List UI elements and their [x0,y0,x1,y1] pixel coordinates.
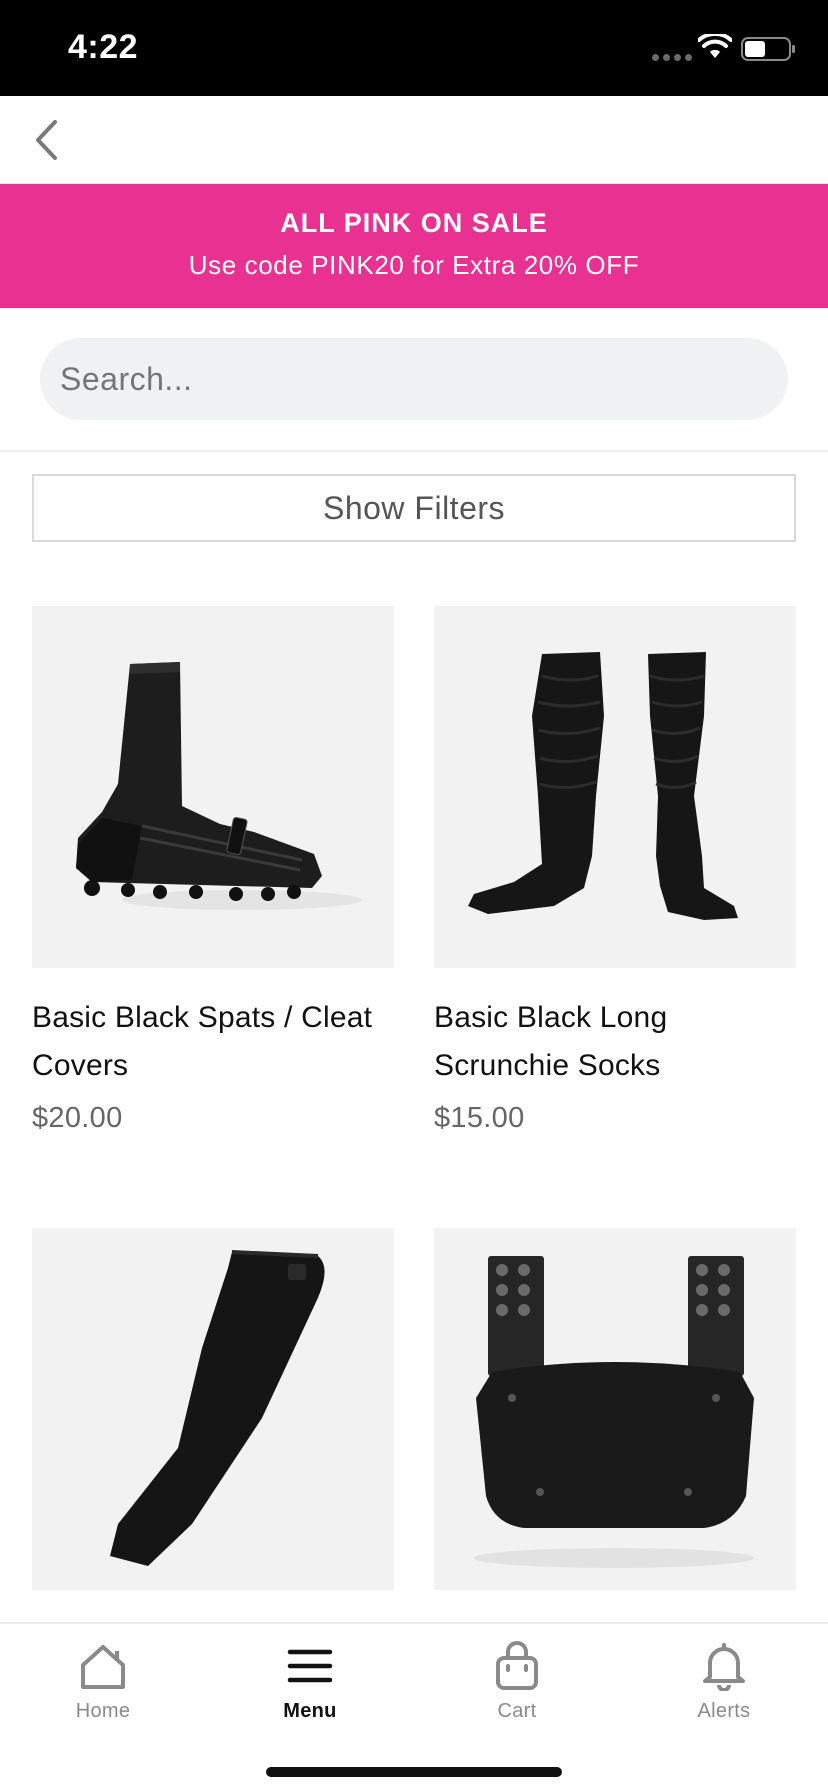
product-price: $20.00 [32,1102,123,1134]
home-icon [33,1638,173,1694]
cleat-cover-image[interactable] [32,606,394,968]
promo-subtitle: Use code PINK20 for Extra 20% OFF [188,250,640,280]
battery-icon [741,36,797,67]
tab-label: Home [75,1700,131,1722]
wifi-icon [697,31,733,65]
search-input[interactable] [40,338,788,420]
tab-home[interactable]: Home [33,1638,173,1728]
product-card[interactable] [434,1228,796,1616]
search-section [0,308,828,452]
menu-icon [240,1638,380,1694]
tab-label: Cart [497,1700,537,1722]
cellular-signal-icon [652,54,692,61]
promo-banner[interactable]: ALL PINK ON SALE Use code PINK20 for Ext… [0,184,828,308]
bell-icon [654,1638,794,1694]
navigation-bar [0,96,828,184]
product-name: Basic Black Long Scrunchie Socks [434,1001,668,1082]
product-card[interactable]: Basic Black Spats / Cleat Covers $20.00 [32,606,394,1135]
scrunchie-socks-image[interactable] [434,606,796,968]
back-button[interactable] [20,114,72,166]
chevron-left-icon [36,120,57,160]
status-time: 4:22 [68,28,139,66]
tab-menu[interactable]: Menu [240,1638,380,1728]
product-price: $15.00 [434,1102,525,1134]
product-card[interactable] [32,1228,394,1616]
show-filters-button[interactable]: Show Filters [32,474,796,542]
product-name: Basic Black Spats / Cleat Covers [32,1001,373,1082]
arm-sleeve-image[interactable] [32,1228,394,1590]
status-bar: 4:22 [0,0,828,96]
tab-label: Menu [283,1700,337,1722]
product-card[interactable]: Basic Black Long Scrunchie Socks $15.00 [434,606,796,1135]
back-plate-image[interactable] [434,1228,796,1590]
promo-title: ALL PINK ON SALE [280,208,548,238]
tab-cart[interactable]: Cart [447,1638,587,1728]
home-indicator[interactable] [266,1767,562,1777]
tab-alerts[interactable]: Alerts [654,1638,794,1728]
tab-label: Alerts [697,1700,751,1722]
bag-icon [447,1638,587,1694]
